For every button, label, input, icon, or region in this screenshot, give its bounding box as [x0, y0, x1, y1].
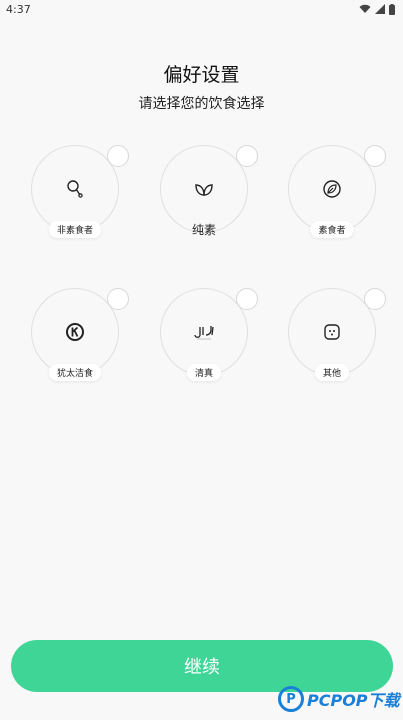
leaves-icon [192, 177, 216, 201]
option-radio[interactable] [236, 288, 258, 310]
option-vegetarian[interactable]: 素食者 [288, 145, 386, 238]
status-time: 4:37 [6, 2, 31, 16]
option-label: 其他 [314, 364, 350, 381]
halal-icon [192, 320, 216, 344]
option-label: 纯素 [191, 223, 217, 237]
option-label: 非素食者 [48, 221, 102, 238]
page-title: 偏好设置 [163, 64, 240, 86]
wifi-icon [359, 4, 371, 13]
continue-button[interactable]: 继续 [11, 640, 393, 692]
watermark: P PCPOP下载 [278, 686, 400, 712]
leaf-circle-icon [320, 177, 344, 201]
option-radio[interactable] [236, 145, 258, 167]
dots-box-icon [320, 320, 344, 344]
drumstick-icon [63, 177, 87, 201]
watermark-text: PCPOP下载 [307, 691, 400, 710]
option-vegan[interactable]: 纯素 [160, 145, 258, 237]
status-bar: 4:37 [0, 0, 403, 18]
option-other[interactable]: 其他 [288, 288, 386, 381]
option-label: 犹太洁食 [48, 364, 102, 381]
option-label: 素食者 [310, 221, 354, 238]
option-radio[interactable] [107, 288, 129, 310]
option-radio[interactable] [107, 145, 129, 167]
kosher-k-icon [63, 320, 87, 344]
status-icons [359, 3, 395, 15]
option-radio[interactable] [364, 288, 386, 310]
watermark-logo-icon: P [278, 686, 304, 712]
battery-icon [389, 3, 395, 15]
option-halal[interactable]: 清真 [160, 288, 258, 381]
option-kosher[interactable]: 犹太洁食 [31, 288, 129, 381]
option-label: 清真 [186, 364, 222, 381]
signal-icon [375, 4, 385, 14]
option-radio[interactable] [364, 145, 386, 167]
option-non-vegetarian[interactable]: 非素食者 [31, 145, 129, 238]
page-subtitle: 请选择您的饮食选择 [138, 96, 265, 112]
